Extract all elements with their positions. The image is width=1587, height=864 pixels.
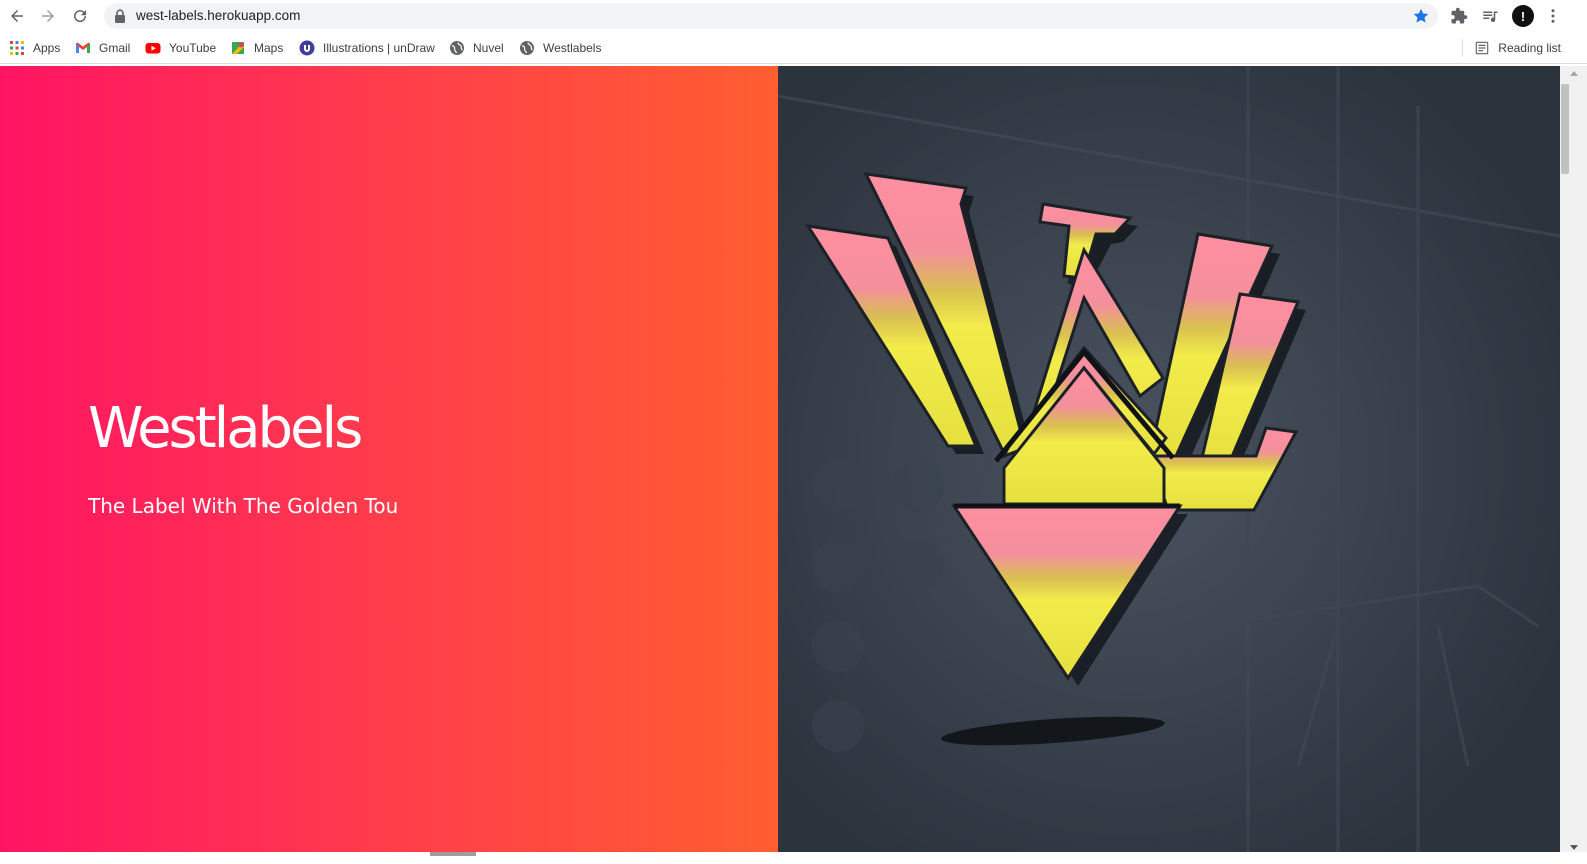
media-queue-icon	[1483, 11, 1498, 23]
bookmark-undraw[interactable]: Illustrations | unDraw	[299, 39, 435, 57]
hero-text-panel: Westlabels The Label With The Golden Tou	[0, 66, 778, 854]
bookmark-label: Maps	[254, 41, 284, 55]
bottom-edge	[0, 852, 1587, 864]
bookmark-apps[interactable]: Apps	[9, 39, 60, 57]
lock-icon	[115, 9, 125, 23]
chevron-down-icon	[1569, 844, 1578, 850]
undraw-icon	[299, 40, 315, 56]
webpage-viewport: Westlabels The Label With The Golden Tou	[0, 66, 1560, 854]
globe-icon	[449, 40, 465, 56]
bookmark-gmail[interactable]: Gmail	[75, 39, 130, 57]
scrollbar-thumb[interactable]	[1561, 84, 1569, 174]
reading-list-label: Reading list	[1498, 41, 1561, 55]
hero-subtitle: The Label With The Golden Tou	[88, 494, 399, 518]
bookmarks-bar: Apps Gmail YouTube Maps Illustrations | …	[0, 33, 1587, 64]
star-icon[interactable]	[1412, 7, 1430, 25]
bookmark-nuvel[interactable]: Nuvel	[449, 39, 504, 57]
apps-grid-icon	[9, 40, 25, 56]
bookmark-maps[interactable]: Maps	[230, 39, 283, 57]
back-button[interactable]	[6, 5, 28, 27]
hero-title: Westlabels	[88, 396, 363, 461]
westlabels-logo-icon	[778, 66, 1560, 854]
media-queue-button[interactable]	[1480, 6, 1500, 26]
bookmark-label: Westlabels	[543, 41, 602, 55]
reload-button[interactable]	[69, 5, 91, 27]
bookmark-label: Apps	[33, 41, 61, 55]
scroll-up-button[interactable]	[1560, 66, 1587, 80]
bookmark-label: Nuvel	[473, 41, 504, 55]
url-text: west-labels.herokuapp.com	[136, 8, 301, 23]
bookmark-label: YouTube	[169, 41, 217, 55]
browser-toolbar: west-labels.herokuapp.com !	[0, 0, 1587, 33]
forward-button[interactable]	[37, 5, 59, 27]
bookmark-westlabels[interactable]: Westlabels	[519, 39, 601, 57]
horizontal-scroll-indicator[interactable]	[430, 852, 476, 856]
reload-icon	[74, 10, 87, 23]
kebab-menu-icon	[1551, 9, 1555, 23]
reading-list-icon	[1476, 41, 1489, 55]
vertical-scrollbar[interactable]	[1560, 66, 1587, 854]
bookmark-youtube[interactable]: YouTube	[145, 39, 216, 57]
chevron-up-icon	[1569, 70, 1578, 76]
puzzle-icon	[1451, 7, 1468, 24]
globe-icon	[519, 40, 535, 56]
address-bar[interactable]: west-labels.herokuapp.com	[104, 3, 1438, 29]
hero-logo-image	[778, 66, 1560, 854]
reading-list-button[interactable]: Reading list	[1462, 39, 1561, 57]
youtube-icon	[145, 40, 161, 56]
chrome-menu-button[interactable]	[1543, 6, 1563, 26]
maps-icon	[230, 40, 246, 56]
gmail-icon	[75, 40, 91, 56]
profile-avatar[interactable]: !	[1512, 5, 1534, 27]
arrow-left-icon	[11, 10, 23, 22]
extensions-button[interactable]	[1449, 6, 1469, 26]
arrow-right-icon	[42, 10, 54, 22]
bookmark-label: Illustrations | unDraw	[323, 41, 435, 55]
bookmark-label: Gmail	[99, 41, 131, 55]
